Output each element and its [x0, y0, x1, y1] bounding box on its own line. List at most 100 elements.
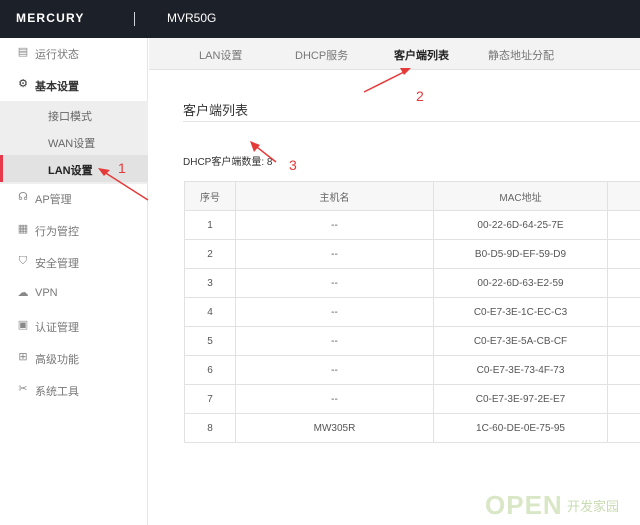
column-header-mac: MAC地址 — [433, 181, 608, 211]
cell-extra — [607, 326, 640, 356]
cell-hostname: MW305R — [235, 413, 434, 443]
active-indicator — [0, 155, 3, 182]
cell-hostname: -- — [235, 384, 434, 414]
cell-mac: C0-E7-3E-73-4F-73 — [433, 355, 608, 385]
gear-icon: ⚙ — [18, 78, 28, 90]
column-header-extra — [607, 181, 640, 211]
cell-extra — [607, 210, 640, 240]
table-row: 7 -- C0-E7-3E-97-2E-E7 — [184, 384, 640, 414]
annotation-arrow-2 — [363, 69, 409, 93]
sidebar-item-vpn[interactable]: ☁ VPN — [0, 279, 148, 309]
table-row: 1 -- 00-22-6D-64-25-7E — [184, 210, 640, 240]
sidebar-item-label: VPN — [35, 287, 58, 299]
brand-logo: MERCURY — [16, 11, 85, 25]
sidebar-item-label: 高级功能 — [35, 354, 79, 366]
annotation-arrowhead-3 — [250, 141, 260, 152]
cell-hostname: -- — [235, 355, 434, 385]
table-row: 4 -- C0-E7-3E-1C-EC-C3 — [184, 297, 640, 327]
advanced-icon: ⊞ — [18, 351, 28, 363]
cell-index: 2 — [184, 239, 236, 269]
column-header-index: 序号 — [184, 181, 236, 211]
cell-mac: 00-22-6D-63-E2-59 — [433, 268, 608, 298]
cell-extra — [607, 384, 640, 414]
cell-hostname: -- — [235, 297, 434, 327]
cell-mac: 1C-60-DE-0E-75-95 — [433, 413, 608, 443]
tab-bar: LAN设置 DHCP服务 客户端列表 静态地址分配 — [149, 38, 640, 70]
cell-extra — [607, 268, 640, 298]
cell-mac: C0-E7-3E-97-2E-E7 — [433, 384, 608, 414]
annotation-number-2: 2 — [416, 88, 424, 104]
sidebar-item-label: 基本设置 — [35, 81, 79, 93]
shield-icon: ⛉ — [18, 255, 28, 267]
cell-hostname: -- — [235, 268, 434, 298]
sidebar-item-label: 运行状态 — [35, 49, 79, 61]
cell-mac: C0-E7-3E-1C-EC-C3 — [433, 297, 608, 327]
ap-icon: ☊ — [18, 191, 28, 203]
table-row: 3 -- 00-22-6D-63-E2-59 — [184, 268, 640, 298]
cell-hostname: -- — [235, 210, 434, 240]
watermark-logo: OPEN — [485, 490, 563, 520]
cell-hostname: -- — [235, 239, 434, 269]
sidebar-item-behavior-control[interactable]: ▦ 行为管控 — [0, 215, 148, 245]
tools-icon: ✂ — [18, 383, 28, 395]
sidebar: ▤ 运行状态 ⚙ 基本设置 接口模式 WAN设置 LAN设置 ☊ AP管理 ▦ … — [0, 38, 148, 525]
tab-lan-settings[interactable]: LAN设置 — [199, 47, 242, 63]
sidebar-item-advanced[interactable]: ⊞ 高级功能 — [0, 343, 148, 373]
top-bar: MERCURY MVR50G — [0, 0, 640, 38]
cell-hostname: -- — [235, 326, 434, 356]
sidebar-subitem-label: LAN设置 — [48, 165, 93, 177]
cell-extra — [607, 355, 640, 385]
client-count: DHCP客户端数量: 8 — [183, 153, 272, 168]
sidebar-item-security[interactable]: ⛉ 安全管理 — [0, 247, 148, 277]
sidebar-item-label: 系统工具 — [35, 386, 79, 398]
cell-mac: B0-D5-9D-EF-59-D9 — [433, 239, 608, 269]
sidebar-subitem-label: WAN设置 — [48, 138, 96, 150]
sidebar-subitem-wan-settings[interactable]: WAN设置 — [0, 128, 148, 155]
cell-mac: 00-22-6D-64-25-7E — [433, 210, 608, 240]
column-header-hostname: 主机名 — [235, 181, 434, 211]
client-table: 序号 主机名 MAC地址 1 -- 00-22-6D-64-25-7E 2 -- B0-D… — [184, 181, 640, 443]
sidebar-item-label: AP管理 — [35, 194, 72, 206]
table-row: 2 -- B0-D5-9D-EF-59-D9 — [184, 239, 640, 269]
cell-extra — [607, 297, 640, 327]
sidebar-subitem-label: 接口模式 — [48, 111, 92, 123]
client-count-label: DHCP客户端数量: — [183, 157, 265, 168]
header-divider — [134, 12, 135, 26]
tab-static-address[interactable]: 静态地址分配 — [488, 47, 554, 63]
table-header-row: 序号 主机名 MAC地址 — [184, 181, 640, 211]
behavior-icon: ▦ — [17, 223, 29, 235]
cell-index: 1 — [184, 210, 236, 240]
table-row: 6 -- C0-E7-3E-73-4F-73 — [184, 355, 640, 385]
sidebar-item-label: 认证管理 — [35, 322, 79, 334]
cell-extra — [607, 413, 640, 443]
cell-index: 8 — [184, 413, 236, 443]
sidebar-subitem-interface-mode[interactable]: 接口模式 — [0, 101, 148, 128]
vpn-icon: ☁ — [17, 287, 29, 299]
table-body: 1 -- 00-22-6D-64-25-7E 2 -- B0-D5-9D-EF-59-D9… — [184, 210, 640, 443]
sidebar-item-ap-management[interactable]: ☊ AP管理 — [0, 183, 148, 213]
annotation-number-3: 3 — [289, 157, 297, 173]
client-count-value: 8 — [266, 157, 273, 168]
cell-mac: C0-E7-3E-5A-CB-CF — [433, 326, 608, 356]
table-row: 5 -- C0-E7-3E-5A-CB-CF — [184, 326, 640, 356]
cell-index: 5 — [184, 326, 236, 356]
watermark-text: 开发家园 — [567, 499, 620, 514]
annotation-number-1: 1 — [118, 160, 126, 176]
cell-index: 3 — [184, 268, 236, 298]
auth-icon: ▣ — [17, 319, 29, 331]
device-model: MVR50G — [167, 11, 217, 25]
cell-extra — [607, 239, 640, 269]
sidebar-item-label: 安全管理 — [35, 258, 79, 270]
tab-dhcp-service[interactable]: DHCP服务 — [295, 47, 348, 63]
sidebar-item-label: 行为管控 — [35, 226, 79, 238]
cell-index: 7 — [184, 384, 236, 414]
sidebar-item-system-tools[interactable]: ✂ 系统工具 — [0, 375, 148, 405]
table-row: 8 MW305R 1C-60-DE-0E-75-95 — [184, 413, 640, 443]
section-divider — [183, 121, 640, 122]
status-icon: ▤ — [17, 46, 29, 58]
tab-client-list[interactable]: 客户端列表 — [394, 47, 449, 63]
sidebar-item-basic-settings[interactable]: ⚙ 基本设置 — [0, 70, 148, 100]
sidebar-item-auth[interactable]: ▣ 认证管理 — [0, 311, 148, 341]
sidebar-item-status[interactable]: ▤ 运行状态 — [0, 38, 148, 68]
cell-index: 6 — [184, 355, 236, 385]
